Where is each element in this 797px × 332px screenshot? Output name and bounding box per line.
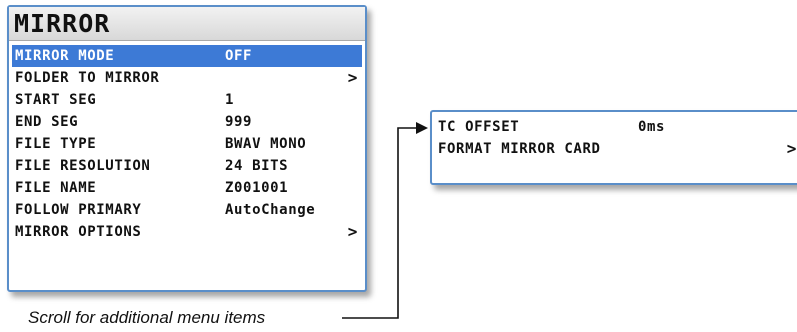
caption-text: Scroll for additional menu items	[28, 308, 266, 327]
callout-connector	[342, 122, 428, 319]
connector-line	[342, 127, 418, 319]
arrow-head-icon	[416, 122, 428, 134]
